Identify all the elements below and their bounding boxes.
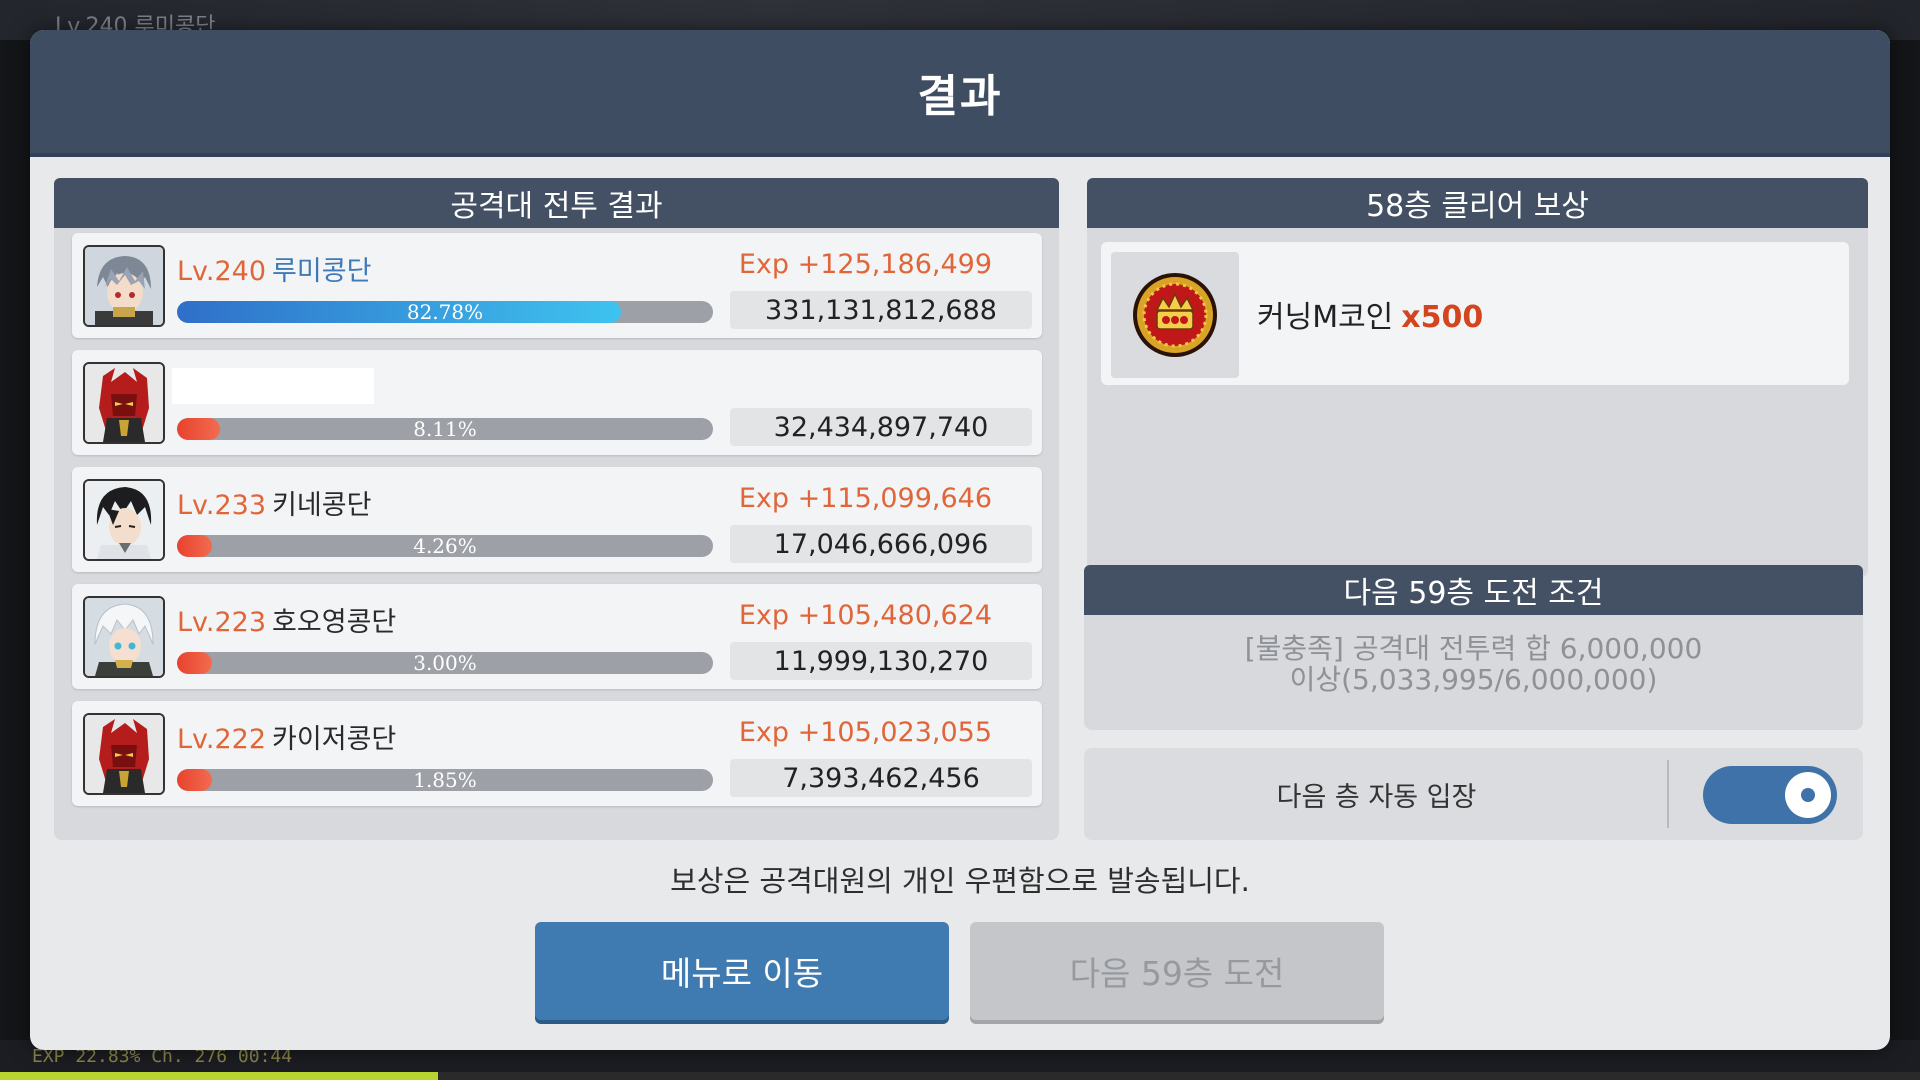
next-condition-panel: [불충족] 공격대 전투력 합 6,000,000 이상(5,033,995/6… [1084,615,1863,730]
silver-hair-avatar [83,245,165,327]
battle-results-title: 공격대 전투 결과 [450,189,663,224]
member-name: Lv.233 키네콩단 [177,483,371,522]
member-nickname: 루미콩단 [272,256,372,287]
damage-share-label: 8.11% [413,418,477,440]
member-level: Lv.222 [177,724,267,755]
member-name: Lv.223 호오영콩단 [177,600,396,639]
next-floor-challenge-button[interactable]: 다음 59층 도전 [970,922,1384,1020]
combat-power: 11,999,130,270 [730,642,1032,680]
exp-gain: Exp +125,186,499 [738,249,992,280]
reward-item-quantity: x500 [1401,300,1484,335]
dialog-title: 결과 [917,70,1003,122]
auto-enter-label: 다음 층 자동 입장 [1276,781,1477,813]
combat-power: 331,131,812,688 [730,291,1032,329]
damage-share-label: 4.26% [413,535,477,557]
reward-icon-box [1111,252,1239,378]
reward-notice: 보상은 공격대원의 개인 우편함으로 발송됩니다. [670,864,1250,898]
cunning-coin-icon [1133,273,1217,357]
member-name: Lv.240 루미콩단 [177,249,371,288]
next-condition-title: 다음 59층 도전 조건 [1343,576,1604,611]
battle-results-panel: Lv.240 루미콩단 82.78% Exp +125,186,499 331,131,… [54,228,1059,840]
background-exp-bar [0,1072,1920,1080]
member-row[interactable]: Lv.223 호오영콩단 3.00% Exp +105,480,624 11,999,1… [72,584,1042,689]
auto-enter-row: 다음 층 자동 입장 [1084,748,1863,840]
clear-reward-title: 58층 클리어 보상 [1366,189,1589,224]
member-level: Lv.233 [177,490,267,521]
combat-power: 17,046,666,096 [730,525,1032,563]
redacted-name [172,368,374,404]
red-armor-avatar [83,362,165,444]
red-armor-avatar [83,713,165,795]
exp-gain: Exp +115,099,646 [738,483,992,514]
damage-share-bar: 3.00% [177,652,713,674]
damage-share-bar: 82.78% [177,301,713,323]
exp-gain: Exp +105,480,624 [738,600,992,631]
battle-results-header: 공격대 전투 결과 [54,178,1059,228]
background-exp-fill [0,1072,439,1080]
clear-reward-header: 58층 클리어 보상 [1087,178,1868,228]
next-condition-text: [불충족] 공격대 전투력 합 6,000,000 이상(5,033,995/6… [1084,633,1863,695]
combat-power: 32,434,897,740 [730,408,1032,446]
condition-line-2: 이상(5,033,995/6,000,000) [1289,663,1658,696]
member-row[interactable]: Lv.233 키네콩단 4.26% Exp +115,099,646 17,046,66… [72,467,1042,572]
dark-hair-avatar [83,479,165,561]
member-nickname: 카이저콩단 [272,724,397,755]
result-dialog: 결과 공격대 전투 결과 Lv.240 루미콩단 82.78% Exp +125,18… [30,30,1890,1050]
damage-share-bar: 8.11% [177,418,713,440]
clear-reward-panel: 커닝M코인 x500 [1087,228,1868,578]
member-row[interactable]: Lv.240 루미콩단 82.78% Exp +125,186,499 331,131,… [72,233,1042,338]
member-level: Lv.240 [177,256,267,287]
combat-power: 7,393,462,456 [730,759,1032,797]
member-nickname: 키네콩단 [272,490,372,521]
member-row[interactable]: 8.11% 32,434,897,740 [72,350,1042,455]
reward-item-name: 커닝M코인 [1257,300,1394,335]
damage-share-bar: 1.85% [177,769,713,791]
auto-enter-toggle[interactable] [1703,766,1837,824]
auto-enter-divider [1667,760,1669,828]
toggle-on-indicator [1801,788,1815,802]
reward-text: 커닝M코인 x500 [1257,292,1483,336]
damage-share-label: 82.78% [406,301,484,323]
condition-line-1: [불충족] 공격대 전투력 합 6,000,000 [1244,632,1703,665]
damage-share-bar: 4.26% [177,535,713,557]
damage-share-label: 1.85% [413,769,477,791]
white-hair-avatar [83,596,165,678]
exp-gain: Exp +105,023,055 [738,717,992,748]
member-level: Lv.223 [177,607,267,638]
member-nickname: 호오영콩단 [272,607,397,638]
member-row[interactable]: Lv.222 카이저콩단 1.85% Exp +105,023,055 7,393,46… [72,701,1042,806]
go-to-menu-button[interactable]: 메뉴로 이동 [535,922,949,1020]
toggle-knob [1785,772,1831,818]
next-condition-header: 다음 59층 도전 조건 [1084,565,1863,615]
damage-share-label: 3.00% [413,652,477,674]
member-name: Lv.222 카이저콩단 [177,717,396,756]
reward-item[interactable]: 커닝M코인 x500 [1101,242,1849,385]
dialog-header: 결과 [30,30,1890,157]
